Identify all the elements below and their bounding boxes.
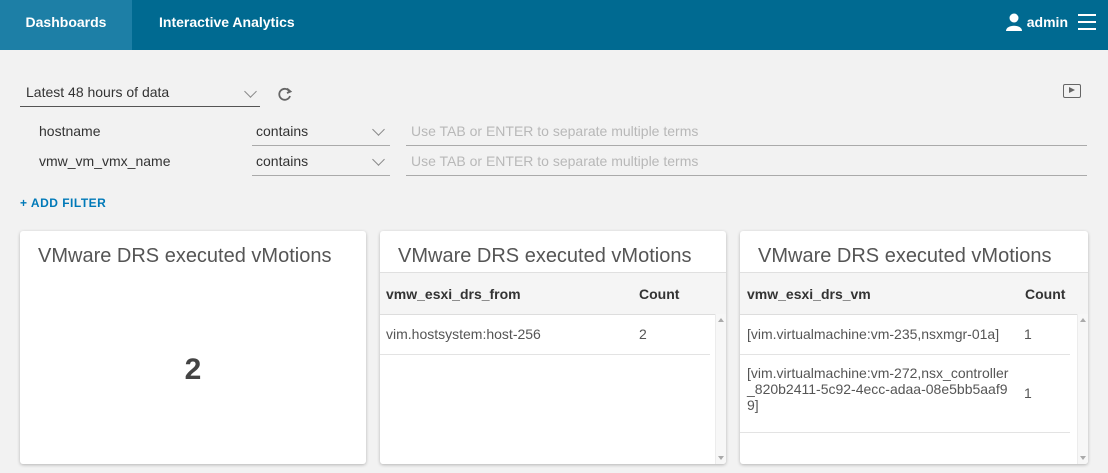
filter-terms-input[interactable]: Use TAB or ENTER to separate multiple te… (406, 117, 1087, 146)
table-cell: 2 (639, 326, 647, 342)
table-cell: vim.hostsystem:host-256 (386, 326, 541, 342)
user-icon (1005, 13, 1022, 31)
scroll-up-icon (1080, 318, 1086, 322)
presentation-mode-icon[interactable] (1063, 84, 1081, 98)
hamburger-menu-icon[interactable] (1078, 14, 1096, 30)
column-header[interactable]: vmw_esxi_drs_vm (747, 286, 871, 302)
scroll-up-icon (718, 318, 724, 322)
filter-terms-input[interactable]: Use TAB or ENTER to separate multiple te… (406, 147, 1087, 176)
widget-title[interactable]: VMware DRS executed vMotions (758, 245, 1076, 268)
table-cell: [vim.virtualmachine:vm-235,nsxmgr-01a] (747, 326, 1000, 342)
scrollbar[interactable] (715, 314, 726, 464)
filter-terms-placeholder: Use TAB or ENTER to separate multiple te… (411, 123, 699, 139)
user-menu[interactable]: admin (1005, 0, 1068, 50)
widget-value: 2 (184, 353, 202, 386)
filter-operator-select[interactable]: contains (252, 147, 390, 176)
widget-card: VMware DRS executed vMotions vmw_esxi_dr… (740, 231, 1088, 464)
scrollbar[interactable] (1077, 314, 1088, 464)
refresh-icon[interactable] (277, 86, 293, 102)
table-row[interactable]: [vim.virtualmachine:vm-235,nsxmgr-01a] 1 (740, 314, 1070, 355)
top-nav-bar: Dashboards Interactive Analytics admin (0, 0, 1108, 50)
filter-field-label: vmw_vm_vmx_name (39, 153, 171, 169)
filter-row: vmw_vm_vmx_name contains Use TAB or ENTE… (0, 147, 1108, 176)
filter-row: hostname contains Use TAB or ENTER to se… (0, 117, 1108, 146)
add-filter-button[interactable]: + ADD FILTER (20, 196, 106, 210)
user-name: admin (1026, 14, 1068, 30)
widget-title[interactable]: VMware DRS executed vMotions (38, 245, 356, 268)
scroll-down-icon (1080, 456, 1086, 460)
widget-card: VMware DRS executed vMotions 2 (20, 231, 366, 464)
tab-dashboards[interactable]: Dashboards (0, 0, 132, 50)
table-header: vmw_esxi_drs_from Count (380, 272, 726, 315)
column-header[interactable]: vmw_esxi_drs_from (386, 286, 521, 302)
widget-card: VMware DRS executed vMotions vmw_esxi_dr… (380, 231, 726, 464)
filter-operator-value: contains (256, 123, 309, 139)
table-row[interactable]: [vim.virtualmachine:vm-272,nsx_controlle… (740, 355, 1070, 433)
filter-operator-value: contains (256, 153, 309, 169)
time-range-value: Latest 48 hours of data (26, 84, 170, 100)
chevron-down-icon (372, 123, 385, 136)
chevron-down-icon (244, 85, 257, 98)
table-cell: 1 (1024, 326, 1032, 342)
tab-interactive-analytics[interactable]: Interactive Analytics (159, 0, 295, 50)
column-header[interactable]: Count (639, 286, 679, 302)
table-row[interactable]: vim.hostsystem:host-256 2 (380, 314, 710, 355)
table-cell: [vim.virtualmachine:vm-272,nsx_controlle… (747, 365, 1009, 413)
filter-operator-select[interactable]: contains (252, 117, 390, 146)
scroll-down-icon (718, 456, 724, 460)
filter-field-label: hostname (39, 123, 101, 139)
time-range-select[interactable]: Latest 48 hours of data (20, 82, 260, 107)
column-header[interactable]: Count (1025, 286, 1065, 302)
table-cell: 1 (1024, 385, 1032, 401)
table-header: vmw_esxi_drs_vm Count (740, 272, 1088, 315)
widget-title[interactable]: VMware DRS executed vMotions (398, 245, 714, 268)
filter-terms-placeholder: Use TAB or ENTER to separate multiple te… (411, 153, 699, 169)
chevron-down-icon (372, 153, 385, 166)
